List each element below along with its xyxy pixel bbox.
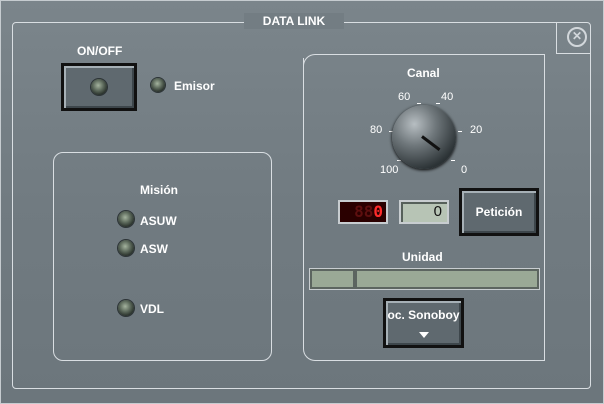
mision-title: Misión: [140, 183, 178, 197]
onoff-led-icon: [91, 79, 107, 95]
led-display-value: 0: [373, 202, 383, 221]
peticion-label: Petición: [475, 205, 523, 219]
onoff-label: ON/OFF: [77, 44, 123, 58]
sonoboy-label: oc. Sonoboy: [387, 308, 460, 322]
asuw-led-icon[interactable]: [118, 211, 134, 227]
scale-100: 100: [380, 164, 399, 176]
chevron-down-icon: [419, 332, 429, 338]
scale-0: 0: [461, 164, 468, 176]
canal-title: Canal: [407, 66, 440, 80]
scale-80: 80: [370, 124, 383, 136]
scale-20: 20: [470, 124, 483, 136]
tick: [451, 160, 455, 161]
tick: [436, 103, 440, 104]
tick: [397, 160, 401, 161]
canal-box-right: [544, 54, 545, 361]
unidad-segment-left: [312, 271, 353, 287]
canal-knob[interactable]: [392, 105, 456, 169]
tick: [417, 103, 421, 104]
emisor-led-icon: [151, 78, 165, 92]
canal-number-field[interactable]: 0: [399, 200, 449, 224]
scale-40: 40: [441, 91, 454, 103]
emisor-label: Emisor: [174, 79, 215, 93]
vdl-led-icon[interactable]: [118, 300, 134, 316]
unidad-title: Unidad: [402, 250, 443, 264]
led-display-dim-digits: 88: [354, 202, 374, 221]
window-title: DATA LINK: [244, 13, 344, 29]
asw-led-icon[interactable]: [118, 240, 134, 256]
mision-option-asw[interactable]: ASW: [140, 242, 168, 256]
mision-option-vdl[interactable]: VDL: [140, 302, 164, 316]
unidad-segment-right: [357, 271, 537, 287]
onoff-button[interactable]: [61, 63, 137, 111]
peticion-button[interactable]: Petición: [459, 188, 539, 236]
knob-pointer: [421, 135, 441, 151]
mision-option-asuw[interactable]: ASUW: [140, 214, 177, 228]
scale-60: 60: [398, 91, 411, 103]
canal-led-display: 880: [338, 200, 388, 224]
close-icon[interactable]: ✕: [567, 27, 587, 47]
sonoboy-dropdown-button[interactable]: oc. Sonoboy: [383, 298, 464, 348]
tick: [458, 131, 462, 132]
